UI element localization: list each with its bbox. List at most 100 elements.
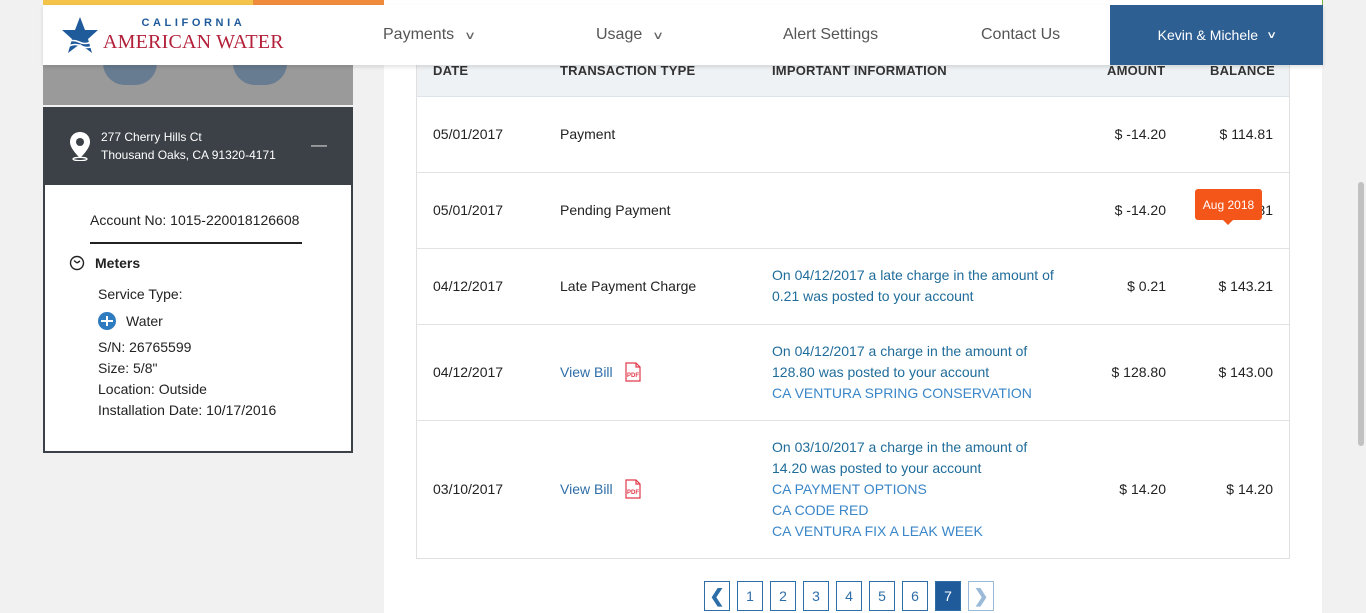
account-number: Account No: 1015-220018126608 — [90, 212, 300, 228]
row-type: Pending Payment — [560, 202, 671, 218]
row-date: 05/01/2017 — [433, 202, 504, 218]
table-row: 05/01/2017 Payment $ -14.20 $ 114.81 — [417, 97, 1289, 173]
meters-heading: Meters — [69, 255, 140, 271]
row-balance: $ 114.81 — [1219, 126, 1273, 142]
water-faucet-icon — [98, 312, 116, 330]
scrollbar[interactable] — [1356, 0, 1366, 613]
header-balance: BALANCE — [1210, 63, 1275, 78]
star-logo-icon — [62, 17, 98, 53]
info-line: 128.80 was posted to your account — [772, 364, 990, 380]
header-amount: AMOUNT — [1107, 63, 1166, 78]
date-tooltip: Aug 2018 — [1195, 189, 1262, 225]
photo-shape — [103, 63, 157, 85]
location-pin-icon — [70, 132, 90, 161]
photo-shape — [233, 63, 287, 85]
meter-location: Location: Outside — [98, 381, 207, 397]
info-link[interactable]: CA PAYMENT OPTIONS — [772, 479, 1027, 500]
pagination: ❮ 1 2 3 4 5 6 7 ❯ — [704, 581, 1001, 611]
row-balance: $ 14.20 — [1226, 481, 1273, 497]
page-button-current[interactable]: 7 — [935, 581, 961, 611]
address-line-2: Thousand Oaks, CA 91320-4171 — [101, 148, 276, 162]
address-line-1: 277 Cherry Hills Ct — [101, 130, 202, 144]
service-type-label: Service Type: — [98, 286, 183, 302]
view-bill-link[interactable]: View Bill PDF — [560, 479, 642, 499]
row-amount: $ -14.20 — [1114, 202, 1166, 218]
address-header[interactable]: 277 Cherry Hills Ct Thousand Oaks, CA 91… — [43, 107, 353, 185]
row-amount: $ -14.20 — [1114, 126, 1166, 142]
chevron-down-icon: ∨ — [464, 29, 477, 42]
info-link[interactable]: CA VENTURA SPRING CONSERVATION — [772, 383, 1032, 404]
row-balance: $ 143.21 — [1218, 278, 1274, 294]
info-link[interactable]: CA CODE RED — [772, 500, 1027, 521]
main-content: DATE TRANSACTION TYPE IMPORTANT INFORMAT… — [384, 0, 1322, 613]
installation-date: Installation Date: 10/17/2016 — [98, 402, 277, 418]
info-line: 14.20 was posted to your account — [772, 460, 982, 476]
chevron-down-icon: ∨ — [652, 29, 665, 42]
row-info: On 03/10/2017 a charge in the amount of … — [772, 437, 1027, 542]
transactions-table: DATE TRANSACTION TYPE IMPORTANT INFORMAT… — [416, 50, 1290, 559]
row-date: 03/10/2017 — [433, 481, 504, 497]
row-type: Late Payment Charge — [560, 278, 697, 294]
row-date: 04/12/2017 — [433, 364, 504, 380]
collapse-icon[interactable]: — — [311, 137, 327, 155]
page-button[interactable]: 1 — [737, 581, 763, 611]
chevron-down-icon: ∨ — [1266, 29, 1278, 41]
info-line: On 03/10/2017 a charge in the amount of — [772, 439, 1028, 455]
user-menu[interactable]: Kevin & Michele ∨ — [1110, 5, 1323, 65]
nav-contact-us[interactable]: Contact Us — [981, 5, 1060, 65]
view-bill-label: View Bill — [560, 364, 613, 380]
table-row: 03/10/2017 View Bill PDF On 03/10/2017 a… — [417, 421, 1289, 559]
service-type: Water — [126, 313, 163, 329]
logo-line-american-water: AMERICAN WATER — [103, 31, 284, 53]
row-date: 05/01/2017 — [433, 126, 504, 142]
row-balance: $ 143.00 — [1218, 364, 1274, 380]
table-row: 04/12/2017 View Bill PDF On 04/12/2017 a… — [417, 325, 1289, 421]
page-button[interactable]: 6 — [902, 581, 928, 611]
nav-payments-label: Payments — [383, 26, 455, 43]
meters-title: Meters — [95, 255, 141, 271]
scrollbar-thumb[interactable] — [1358, 182, 1364, 446]
nav-payments[interactable]: Payments ∨ — [383, 5, 477, 65]
row-date: 04/12/2017 — [433, 278, 504, 294]
pdf-icon-text: PDF — [627, 490, 639, 496]
nav-alert-settings-label: Alert Settings — [783, 26, 879, 43]
pdf-icon-text: PDF — [627, 373, 639, 379]
nav-contact-us-label: Contact Us — [981, 26, 1061, 43]
page-button[interactable]: 2 — [770, 581, 796, 611]
service-type-value: Water — [98, 312, 163, 330]
view-bill-label: View Bill — [560, 481, 613, 497]
header-important-information: IMPORTANT INFORMATION — [772, 63, 947, 78]
account-details-card: Account No: 1015-220018126608 Meters Ser… — [43, 185, 353, 453]
top-navigation: CALIFORNIA AMERICAN WATER Payments ∨ Usa… — [43, 5, 1323, 65]
info-link[interactable]: CA VENTURA FIX A LEAK WEEK — [772, 521, 1027, 542]
row-amount: $ 0.21 — [1127, 278, 1166, 294]
table-row: 05/01/2017 Pending Payment $ -14.20 $ 11… — [417, 173, 1289, 249]
page-button[interactable]: 3 — [803, 581, 829, 611]
nav-alert-settings[interactable]: Alert Settings — [783, 5, 878, 65]
gauge-icon — [69, 255, 85, 271]
info-line: On 04/12/2017 a charge in the amount of — [772, 343, 1028, 359]
view-bill-link[interactable]: View Bill PDF — [560, 362, 642, 382]
info-line: On 04/12/2017 a late charge in the amoun… — [772, 267, 1054, 283]
nav-usage[interactable]: Usage ∨ — [596, 5, 665, 65]
row-info: On 04/12/2017 a late charge in the amoun… — [772, 265, 1054, 307]
header-transaction-type: TRANSACTION TYPE — [560, 63, 696, 78]
logo-line-california: CALIFORNIA — [141, 17, 246, 29]
prev-page-button[interactable]: ❮ — [704, 581, 730, 611]
row-amount: $ 14.20 — [1119, 481, 1166, 497]
property-photo — [43, 63, 353, 105]
meter-size: Size: 5/8" — [98, 360, 158, 376]
pdf-icon[interactable]: PDF — [624, 362, 642, 382]
nav-usage-label: Usage — [596, 26, 643, 43]
info-line: 0.21 was posted to your account — [772, 288, 974, 304]
row-info: On 04/12/2017 a charge in the amount of … — [772, 341, 1032, 404]
serial-number: S/N: 26765599 — [98, 339, 192, 355]
user-name: Kevin & Michele — [1157, 27, 1259, 43]
page-button[interactable]: 5 — [869, 581, 895, 611]
pdf-icon[interactable]: PDF — [624, 479, 642, 499]
page-button[interactable]: 4 — [836, 581, 862, 611]
header-date: DATE — [433, 63, 469, 78]
company-logo[interactable]: CALIFORNIA AMERICAN WATER — [43, 5, 353, 65]
next-page-button[interactable]: ❯ — [968, 581, 994, 611]
divider — [90, 242, 302, 244]
